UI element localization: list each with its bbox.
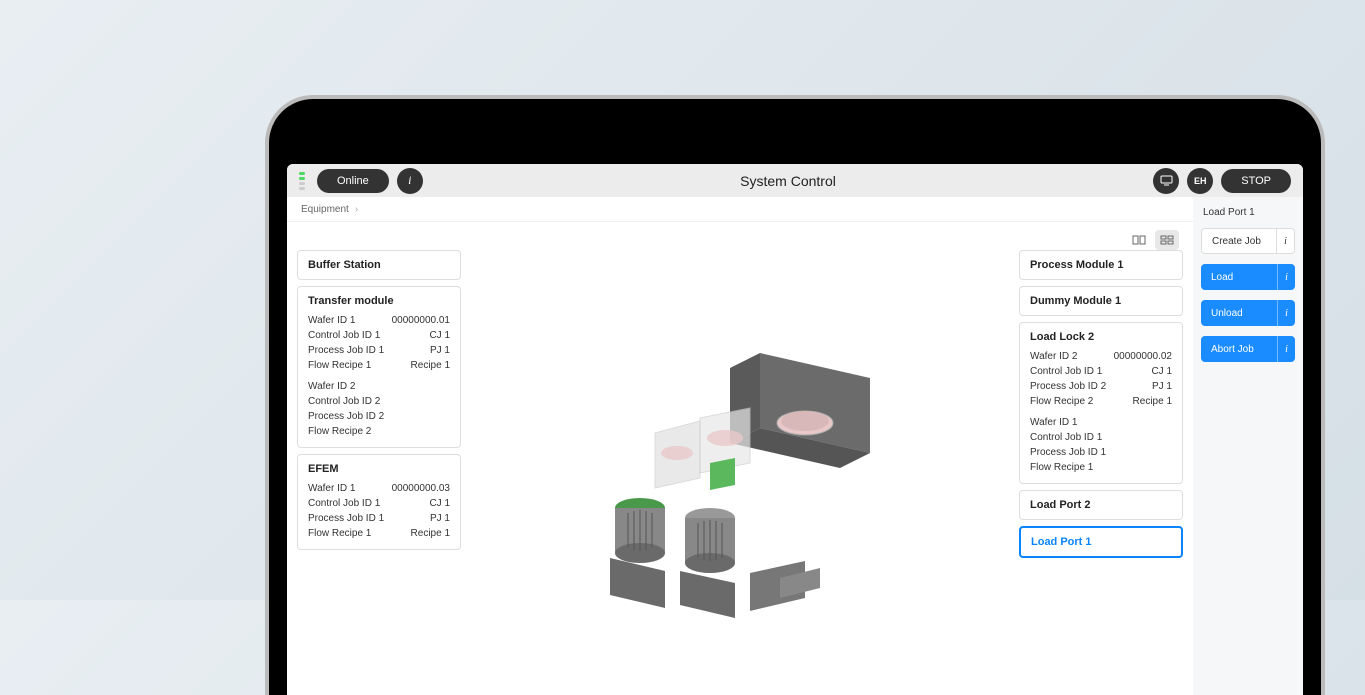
process-module-1-panel[interactable]: Process Module 1 <box>1019 250 1183 280</box>
content-row: Equipment › <box>287 197 1303 695</box>
page-title: System Control <box>431 173 1145 189</box>
table-row: Control Job ID 1CJ 1 <box>308 328 450 343</box>
table-row: Wafer ID 100000000.01 <box>308 313 450 328</box>
load-port-1-panel[interactable]: Load Port 1 <box>1019 526 1183 558</box>
layout-split-icon <box>1132 235 1146 245</box>
table-row: Control Job ID 1CJ 1 <box>308 496 450 511</box>
info-button[interactable]: i <box>397 168 423 194</box>
panel-title: Transfer module <box>308 295 450 307</box>
status-indicator-icon <box>299 172 305 190</box>
button-label: Abort Job <box>1201 336 1277 362</box>
online-button[interactable]: Online <box>317 169 389 193</box>
breadcrumb-item[interactable]: Equipment <box>301 204 349 215</box>
table-row: Flow Recipe 2 <box>308 424 450 439</box>
right-column: Process Module 1 Dummy Module 1 Load Loc… <box>1019 250 1183 685</box>
transfer-module-panel[interactable]: Transfer module Wafer ID 100000000.01 Co… <box>297 286 461 448</box>
table-row: Control Job ID 2 <box>308 394 450 409</box>
panel-title: Load Lock 2 <box>1030 331 1172 343</box>
load-button[interactable]: Load i <box>1201 264 1295 290</box>
panel-title: EFEM <box>308 463 450 475</box>
button-label: Create Job <box>1202 229 1276 253</box>
dummy-module-1-panel[interactable]: Dummy Module 1 <box>1019 286 1183 316</box>
actions-sidebar: Load Port 1 Create Job i Load i Unload i… <box>1193 197 1303 695</box>
table-row: Process Job ID 1PJ 1 <box>308 343 450 358</box>
create-job-button[interactable]: Create Job i <box>1201 228 1295 254</box>
view-split-button[interactable] <box>1127 230 1151 250</box>
table-row: Flow Recipe 2Recipe 1 <box>1030 394 1172 409</box>
breadcrumb: Equipment › <box>287 197 1193 222</box>
info-icon[interactable]: i <box>1277 264 1295 290</box>
button-label: Load <box>1201 264 1277 290</box>
info-icon: i <box>408 173 411 188</box>
sidebar-title: Load Port 1 <box>1201 207 1295 218</box>
monitor-button[interactable] <box>1153 168 1179 194</box>
view-toggle <box>287 222 1193 250</box>
panels-layout: Buffer Station Transfer module Wafer ID … <box>287 250 1193 695</box>
info-icon[interactable]: i <box>1277 300 1295 326</box>
table-row: Process Job ID 1PJ 1 <box>308 511 450 526</box>
table-row: Wafer ID 1 <box>1030 415 1172 430</box>
load-lock-2-panel[interactable]: Load Lock 2 Wafer ID 200000000.02 Contro… <box>1019 322 1183 484</box>
table-row: Process Job ID 1 <box>1030 445 1172 460</box>
app-window: Online i System Control EH STOP Equipmen… <box>287 164 1303 695</box>
table-row: Wafer ID 200000000.02 <box>1030 349 1172 364</box>
layout-grid-icon <box>1160 235 1174 245</box>
user-badge[interactable]: EH <box>1187 168 1213 194</box>
table-row: Control Job ID 1 <box>1030 430 1172 445</box>
left-column: Buffer Station Transfer module Wafer ID … <box>297 250 461 685</box>
tablet-frame: Online i System Control EH STOP Equipmen… <box>265 95 1325 695</box>
load-port-2-panel[interactable]: Load Port 2 <box>1019 490 1183 520</box>
view-grid-button[interactable] <box>1155 230 1179 250</box>
equipment-3d-view[interactable] <box>471 250 1009 685</box>
table-row: Flow Recipe 1Recipe 1 <box>308 358 450 373</box>
equipment-illustration-icon <box>580 313 900 623</box>
chevron-right-icon: › <box>355 204 358 215</box>
main-area: Equipment › <box>287 197 1193 695</box>
button-label: Unload <box>1201 300 1277 326</box>
unload-button[interactable]: Unload i <box>1201 300 1295 326</box>
info-icon[interactable]: i <box>1277 336 1295 362</box>
table-row: Control Job ID 1CJ 1 <box>1030 364 1172 379</box>
monitor-icon <box>1160 175 1173 186</box>
top-bar: Online i System Control EH STOP <box>287 164 1303 197</box>
table-row: Flow Recipe 1Recipe 1 <box>308 526 450 541</box>
table-row: Wafer ID 100000000.03 <box>308 481 450 496</box>
table-row: Wafer ID 2 <box>308 379 450 394</box>
abort-job-button[interactable]: Abort Job i <box>1201 336 1295 362</box>
table-row: Process Job ID 2 <box>308 409 450 424</box>
table-row: Flow Recipe 1 <box>1030 460 1172 475</box>
info-icon[interactable]: i <box>1276 229 1294 253</box>
buffer-station-panel[interactable]: Buffer Station <box>297 250 461 280</box>
efem-panel[interactable]: EFEM Wafer ID 100000000.03 Control Job I… <box>297 454 461 550</box>
stop-button[interactable]: STOP <box>1221 169 1291 193</box>
table-row: Process Job ID 2PJ 1 <box>1030 379 1172 394</box>
